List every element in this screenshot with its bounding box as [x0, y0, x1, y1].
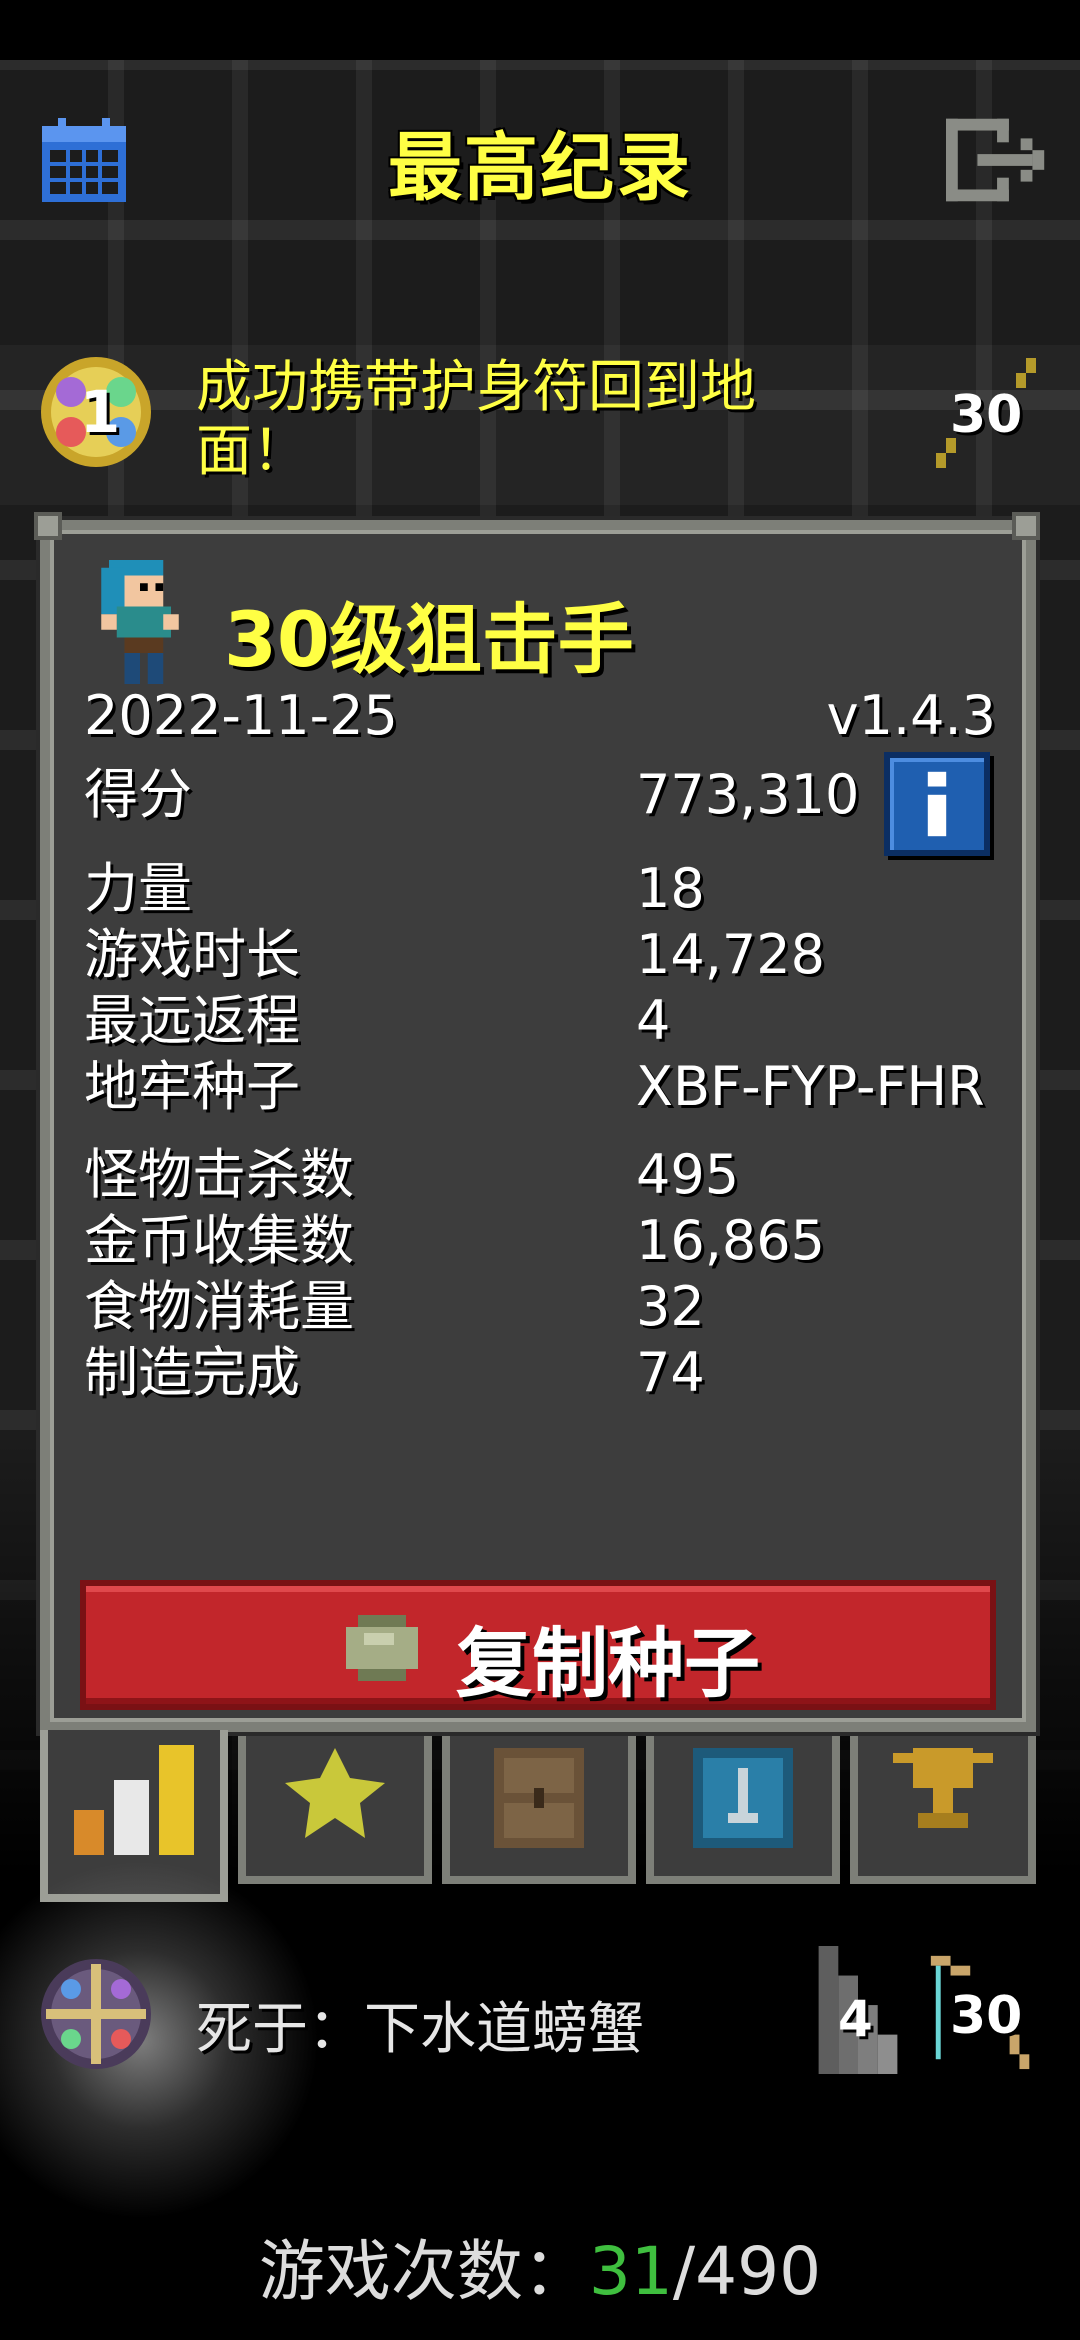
- craft-value: 74: [636, 1341, 705, 1404]
- page-title: 最高纪录: [388, 125, 692, 211]
- stats-bars-icon: [74, 1745, 194, 1855]
- record-result-text: 成功携带护身符回到地面！: [196, 355, 756, 484]
- score-value: 773,310: [636, 763, 860, 826]
- death-depth: 4: [838, 1990, 873, 2048]
- tab-achievements[interactable]: [850, 1736, 1036, 1884]
- skull-orb-icon: [41, 1959, 151, 2069]
- backpack-icon: [494, 1748, 584, 1848]
- death-cause: 死于：下水道螃蟹: [196, 1997, 644, 2062]
- games-count-total: /490: [672, 2233, 822, 2310]
- huntress-sprite-icon: [101, 560, 179, 684]
- craft-label: 制造完成: [84, 1341, 300, 1404]
- tab-items[interactable]: [442, 1736, 636, 1884]
- info-icon: [927, 771, 947, 837]
- star-icon: [285, 1748, 385, 1838]
- game-version: v1.4.3: [826, 684, 996, 747]
- seed-label: 地牢种子: [84, 1055, 300, 1118]
- food-label: 食物消耗量: [84, 1275, 354, 1338]
- trophy-icon: [893, 1748, 993, 1828]
- panel-corner: [34, 512, 62, 540]
- info-button[interactable]: [884, 752, 990, 856]
- weapon-level: 30: [950, 385, 1023, 445]
- hero-title: 30级狙击手: [224, 595, 634, 684]
- strength-label: 力量: [84, 857, 192, 920]
- panel-corner: [1012, 512, 1040, 540]
- gold-value: 16,865: [636, 1209, 825, 1272]
- tab-talents[interactable]: [646, 1736, 840, 1884]
- seed-value: XBF-FYP-FHR: [636, 1055, 985, 1118]
- copy-seed-label: 复制种子: [456, 1619, 760, 1708]
- strength-value: 18: [636, 857, 705, 920]
- games-count-label: 游戏次数：: [258, 2233, 589, 2310]
- score-label: 得分: [84, 763, 192, 826]
- copy-seed-button[interactable]: 复制种子: [80, 1580, 996, 1710]
- rank-number: 1: [79, 378, 121, 446]
- armor-icon: [693, 1748, 793, 1848]
- kills-label: 怪物击杀数: [84, 1143, 354, 1206]
- depth-label: 最远返程: [84, 989, 300, 1052]
- gold-label: 金币收集数: [84, 1209, 354, 1272]
- time-value: 14,728: [636, 923, 825, 986]
- depth-value: 4: [636, 989, 671, 1052]
- games-played-count: 游戏次数：31/490: [0, 2218, 1080, 2314]
- record-date: 2022-11-25: [84, 684, 398, 747]
- exit-icon[interactable]: [946, 118, 1056, 202]
- time-label: 游戏时长: [84, 923, 300, 986]
- food-value: 32: [636, 1275, 705, 1338]
- games-count-current: 31: [588, 2233, 673, 2310]
- death-weapon-level: 30: [950, 1986, 1023, 2046]
- kills-value: 495: [636, 1143, 740, 1206]
- seed-icon: [346, 1615, 418, 1681]
